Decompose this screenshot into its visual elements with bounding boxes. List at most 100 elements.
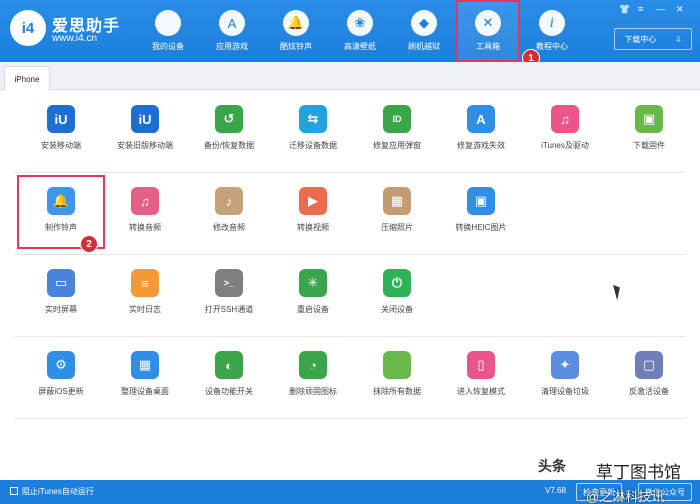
tool-delete-icons[interactable]: ◔ 删除顽固图标 — [271, 341, 355, 411]
apple-erase-icon — [383, 351, 411, 379]
tools-row-2: 🔔 制作铃声 ♫ 转换音频 ♪ 修改音频 ▶ 转换视频 ▦ 压缩照片 ▣ 转换H… — [14, 175, 686, 255]
device-tab-strip: iPhone — [0, 62, 700, 91]
audio-convert-icon: ♫ — [131, 187, 159, 215]
nav-ringtones[interactable]: 🔔 酷炫铃声 — [264, 0, 328, 62]
nav-label: 刷机越狱 — [408, 42, 440, 51]
tool-migrate-data[interactable]: ⇆ 迁移设备数据 — [271, 95, 355, 165]
power-icon: ⏻ — [383, 269, 411, 297]
tab-iphone[interactable]: iPhone — [4, 66, 50, 91]
tool-label: iTunes及驱动 — [541, 141, 589, 150]
tool-erase-all[interactable]: 抹除所有数据 — [355, 341, 439, 411]
grid-icon: ▦ — [131, 351, 159, 379]
watermark-handle: @之淋科技讯 — [586, 489, 665, 504]
tool-compress-photo[interactable]: ▦ 压缩照片 — [355, 177, 439, 247]
tool-edit-audio[interactable]: ♪ 修改音频 — [187, 177, 271, 247]
tools-row-1: iU 安装移动端 iU 安装旧版移动端 ↺ 备份/恢复数据 ⇆ 迁移设备数据 I… — [14, 95, 686, 173]
tool-label: 反激活设备 — [629, 387, 669, 396]
tool-label: 抹除所有数据 — [373, 387, 421, 396]
tool-shutdown[interactable]: ⏻ 关闭设备 — [355, 259, 439, 329]
app-logo: i4 — [10, 10, 46, 46]
tool-label: 设备功能开关 — [205, 387, 253, 396]
tool-label: 进入恢复模式 — [457, 387, 505, 396]
tool-install-mobile[interactable]: iU 安装移动端 — [19, 95, 103, 165]
tool-itunes-driver[interactable]: ♫ iTunes及驱动 — [523, 95, 607, 165]
tool-clean-junk[interactable]: ✦ 清理设备垃圾 — [523, 341, 607, 411]
nav-toolbox[interactable]: ✕ 工具箱 — [456, 0, 520, 62]
tool-label: 安装移动端 — [41, 141, 81, 150]
dropbox-icon: ◆ — [411, 10, 437, 36]
watermark-toutiao: 头条 — [538, 458, 566, 474]
nav-label: 高清壁纸 — [344, 42, 376, 51]
tool-label: 修改音频 — [213, 223, 245, 232]
minimize-icon[interactable]: — — [656, 4, 665, 14]
tool-label: 实时屏幕 — [45, 305, 77, 314]
itunes-icon: ♫ — [551, 105, 579, 133]
download-arrow-icon: ⇩ — [674, 34, 682, 44]
tool-label: 整理设备桌面 — [121, 387, 169, 396]
tool-open-ssh[interactable]: >_ 打开SSH通道 — [187, 259, 271, 329]
tool-label: 修复应用弹窗 — [373, 141, 421, 150]
tool-organize-desktop[interactable]: ▦ 整理设备桌面 — [103, 341, 187, 411]
broom-icon: ✦ — [551, 351, 579, 379]
tool-deactivate[interactable]: ▢ 反激活设备 — [607, 341, 691, 411]
tool-label: 屏蔽iOS更新 — [38, 387, 84, 396]
tool-label: 转换视频 — [297, 223, 329, 232]
nav-wallpapers[interactable]: ❀ 高清壁纸 — [328, 0, 392, 62]
video-convert-icon: ▶ — [299, 187, 327, 215]
tool-label: 转换音频 — [129, 223, 161, 232]
screen-icon: ▭ — [47, 269, 75, 297]
tool-live-screen[interactable]: ▭ 实时屏幕 — [19, 259, 103, 329]
download-center-button[interactable]: 下载中心 ⇩ — [614, 28, 692, 50]
tool-backup-restore[interactable]: ↺ 备份/恢复数据 — [187, 95, 271, 165]
tools-row-3: ▭ 实时屏幕 ≡ 实时日志 >_ 打开SSH通道 ✳ 重启设备 ⏻ 关闭设备 — [14, 259, 686, 337]
log-icon: ≡ — [131, 269, 159, 297]
tool-install-old-mobile[interactable]: iU 安装旧版移动端 — [103, 95, 187, 165]
bell-icon: 🔔 — [283, 10, 309, 36]
photo-compress-icon: ▦ — [383, 187, 411, 215]
nav-apps-games[interactable]: A 应用游戏 — [200, 0, 264, 62]
tool-block-ios-update[interactable]: ⚙ 屏蔽iOS更新 — [19, 341, 103, 411]
tool-label: 备份/恢复数据 — [203, 141, 255, 150]
appstore-fix-icon: A — [467, 105, 495, 133]
tool-label: 制作铃声 — [45, 223, 77, 232]
nav-label: 酷炫铃声 — [280, 42, 312, 51]
main-nav: 我的设备 A 应用游戏 🔔 酷炫铃声 ❀ 高清壁纸 ◆ 刷机越狱 ✕ 工具箱 i… — [136, 0, 584, 62]
block-itunes-label: 阻止iTunes自动运行 — [22, 487, 94, 496]
tool-device-switches[interactable]: ◐ 设备功能开关 — [187, 341, 271, 411]
reboot-icon: ✳ — [299, 269, 327, 297]
tool-convert-video[interactable]: ▶ 转换视频 — [271, 177, 355, 247]
tool-recovery-mode[interactable]: ▯ 进入恢复模式 — [439, 341, 523, 411]
audio-edit-icon: ♪ — [215, 187, 243, 215]
close-icon[interactable]: ✕ — [676, 4, 684, 15]
tool-fix-app-popup[interactable]: ID 修复应用弹窗 — [355, 95, 439, 165]
tool-download-firmware[interactable]: ▣ 下载固件 — [607, 95, 691, 165]
tool-label: 清理设备垃圾 — [541, 387, 589, 396]
tool-label: 迁移设备数据 — [289, 141, 337, 150]
tool-label: 下载固件 — [633, 141, 665, 150]
nav-my-device[interactable]: 我的设备 — [136, 0, 200, 62]
tool-fix-game[interactable]: A 修复游戏失效 — [439, 95, 523, 165]
version-label: V7.68 — [545, 486, 566, 495]
pie-icon: ◔ — [299, 351, 327, 379]
tool-reboot[interactable]: ✳ 重启设备 — [271, 259, 355, 329]
tools-icon: ✕ — [475, 10, 501, 36]
info-icon: i — [539, 10, 565, 36]
menu-icon[interactable]: ≡ — [638, 4, 643, 14]
backup-icon: ↺ — [215, 105, 243, 133]
shirt-icon[interactable]: 👕 — [619, 4, 630, 15]
tool-convert-audio[interactable]: ♫ 转换音频 — [103, 177, 187, 247]
tool-label: 实时日志 — [129, 305, 161, 314]
i4-icon: iU — [47, 105, 75, 133]
deactivate-icon: ▢ — [635, 351, 663, 379]
tool-convert-heic[interactable]: ▣ 转换HEIC图片 — [439, 177, 523, 247]
app-store-icon: A — [219, 10, 245, 36]
nav-label: 应用游戏 — [216, 42, 248, 51]
apple-icon — [155, 10, 181, 36]
tool-label: 重启设备 — [297, 305, 329, 314]
nav-flash-jailbreak[interactable]: ◆ 刷机越狱 — [392, 0, 456, 62]
tool-label: 删除顽固图标 — [289, 387, 337, 396]
i4-old-icon: iU — [131, 105, 159, 133]
tool-live-log[interactable]: ≡ 实时日志 — [103, 259, 187, 329]
block-itunes-checkbox[interactable]: 阻止iTunes自动运行 — [10, 486, 94, 497]
tool-label: 转换HEIC图片 — [455, 223, 507, 232]
